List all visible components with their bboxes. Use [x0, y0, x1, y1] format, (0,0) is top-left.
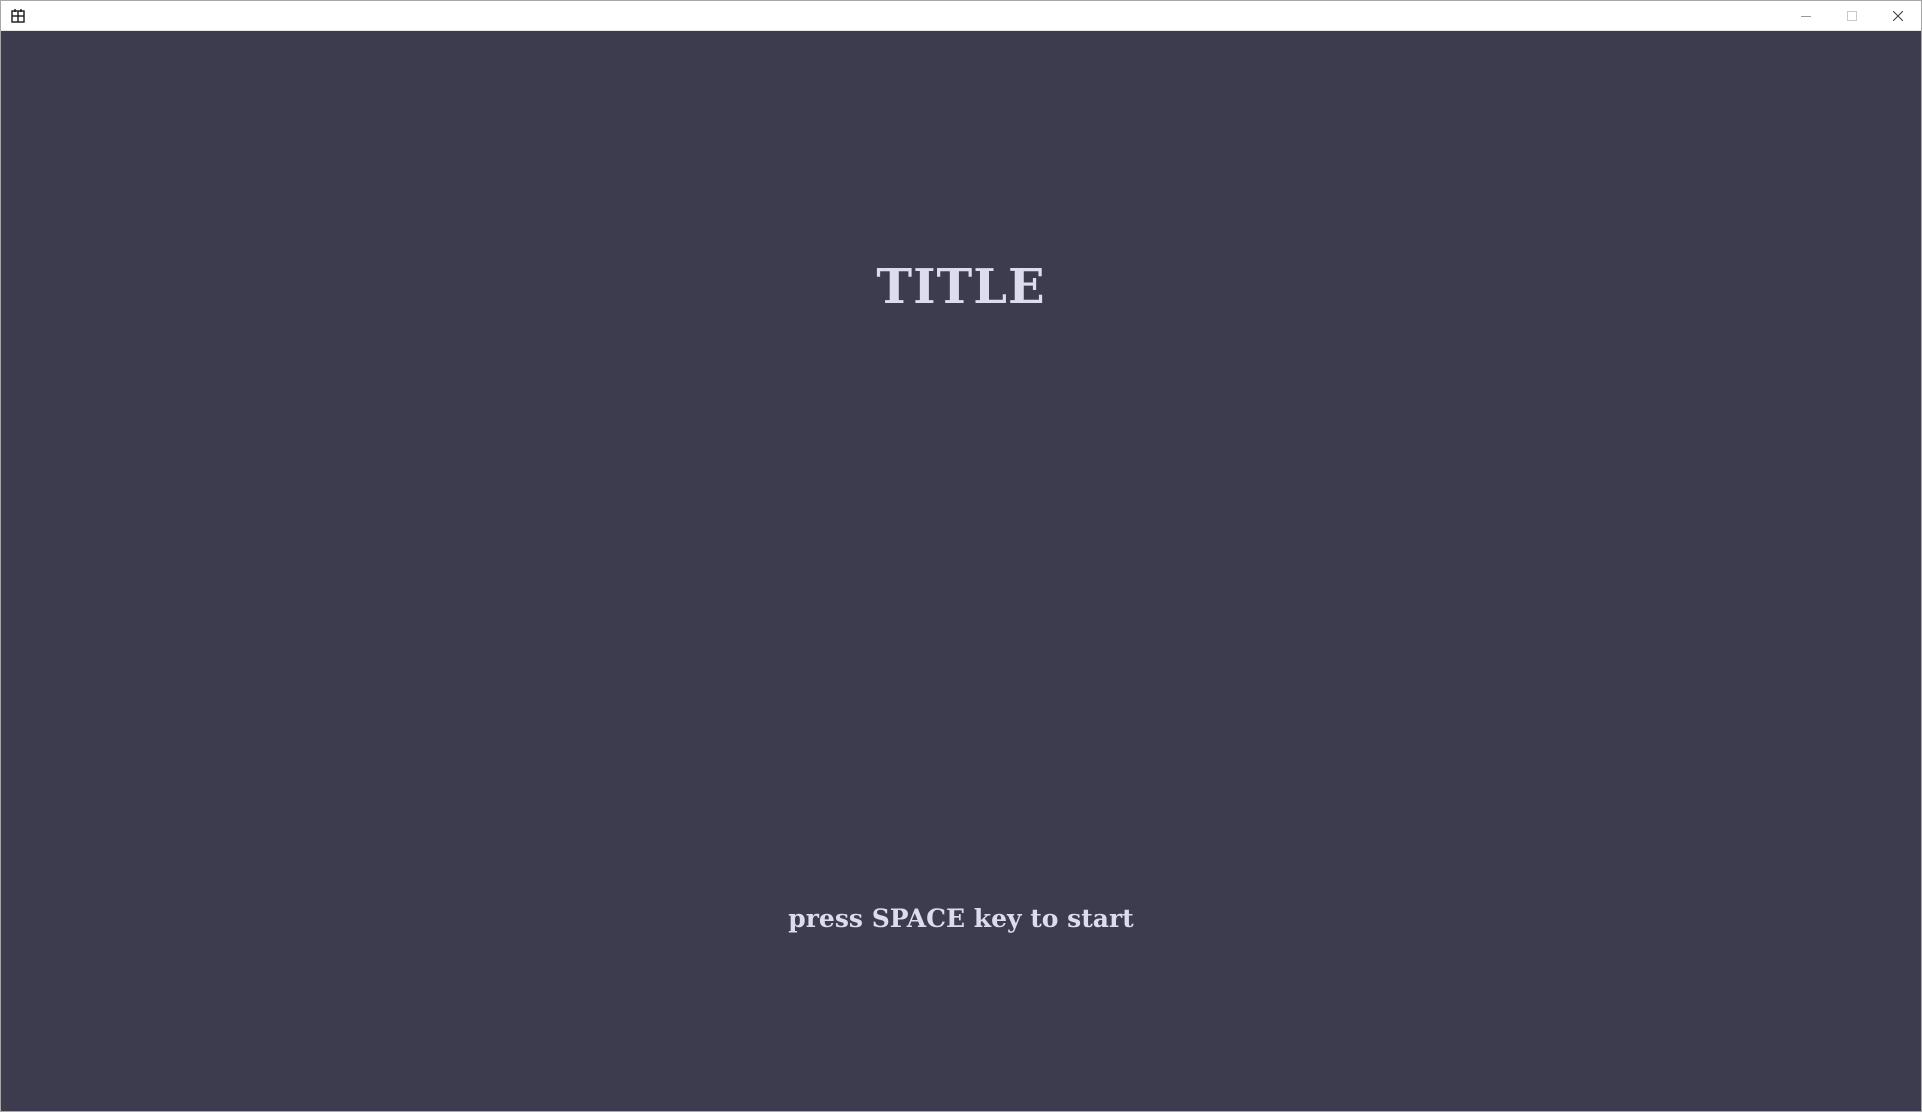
- app-window-icon[interactable]: [10, 8, 26, 24]
- maximize-button[interactable]: [1829, 1, 1875, 31]
- app-window: TITLE press SPACE key to start: [0, 0, 1922, 1112]
- game-title: TITLE: [876, 259, 1046, 315]
- game-canvas[interactable]: TITLE press SPACE key to start: [1, 31, 1921, 1111]
- minimize-button[interactable]: [1783, 1, 1829, 31]
- maximize-icon: [1847, 11, 1857, 21]
- close-icon: [1893, 11, 1903, 21]
- start-prompt: press SPACE key to start: [788, 904, 1134, 933]
- window-controls: [1783, 1, 1921, 31]
- minimize-icon: [1801, 11, 1811, 21]
- window-titlebar[interactable]: [1, 1, 1921, 31]
- close-button[interactable]: [1875, 1, 1921, 31]
